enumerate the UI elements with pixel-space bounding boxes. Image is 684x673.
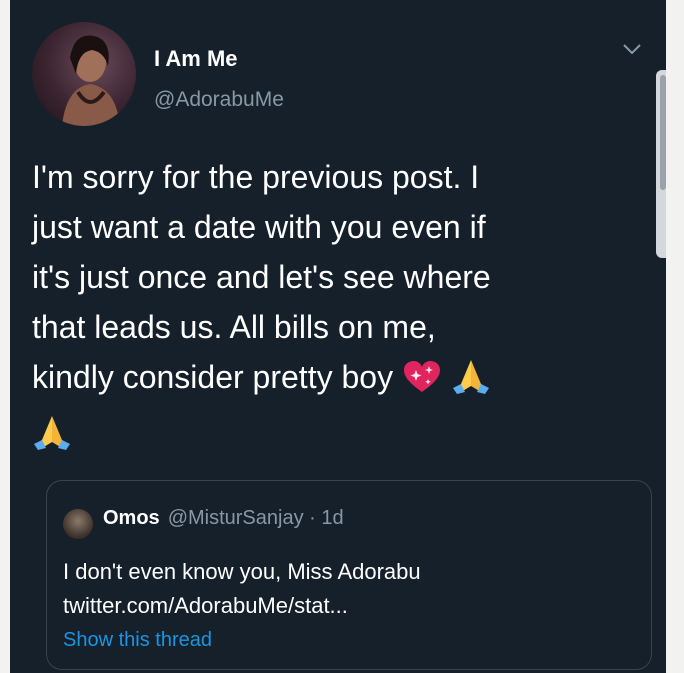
folded-hands-icon <box>32 414 72 464</box>
quoted-tweet[interactable]: Omos @MisturSanjay · 1d I don't even know… <box>46 480 652 670</box>
tweet-text: I'm sorry for the previous post. I just … <box>32 152 640 464</box>
quoted-timestamp[interactable]: 1d <box>321 507 343 529</box>
folded-hands-icon <box>451 358 491 408</box>
chevron-down-icon[interactable] <box>621 42 643 56</box>
quoted-link[interactable]: twitter.com/AdorabuMe/stat... <box>63 589 623 623</box>
tweet-line: that leads us. All bills on me, <box>32 309 436 345</box>
quoted-handle[interactable]: @MisturSanjay <box>168 507 304 529</box>
tweet-line: it's just once and let's see where <box>32 259 491 295</box>
quoted-display-name[interactable]: Omos <box>103 507 160 529</box>
scrollbar-thumb[interactable] <box>660 75 666 190</box>
sparkling-heart-icon <box>402 358 442 408</box>
tweet-line-emoji <box>32 408 640 464</box>
tweet-line: just want a date with you even if <box>32 209 486 245</box>
user-handle[interactable]: @AdorabuMe <box>154 88 284 112</box>
quoted-line: I don't even know you, Miss Adorabu <box>63 559 421 584</box>
tweet-line-with-emoji: kindly consider pretty boy <box>32 352 640 408</box>
quoted-user-avatar[interactable] <box>63 509 93 539</box>
show-thread-link[interactable]: Show this thread <box>63 629 212 652</box>
tweet-card: I Am Me @AdorabuMe I'm sorry for the pre… <box>10 0 666 673</box>
display-name[interactable]: I Am Me <box>154 46 238 72</box>
tweet-line: kindly consider pretty boy <box>32 359 394 395</box>
user-avatar[interactable] <box>32 22 136 126</box>
tweet-line: I'm sorry for the previous post. I <box>32 159 480 195</box>
avatar-photo-icon <box>62 35 120 126</box>
quoted-tweet-header: Omos @MisturSanjay · 1d <box>103 507 344 530</box>
separator: · <box>309 507 316 529</box>
quoted-tweet-text: I don't even know you, Miss Adorabu twit… <box>63 555 623 623</box>
